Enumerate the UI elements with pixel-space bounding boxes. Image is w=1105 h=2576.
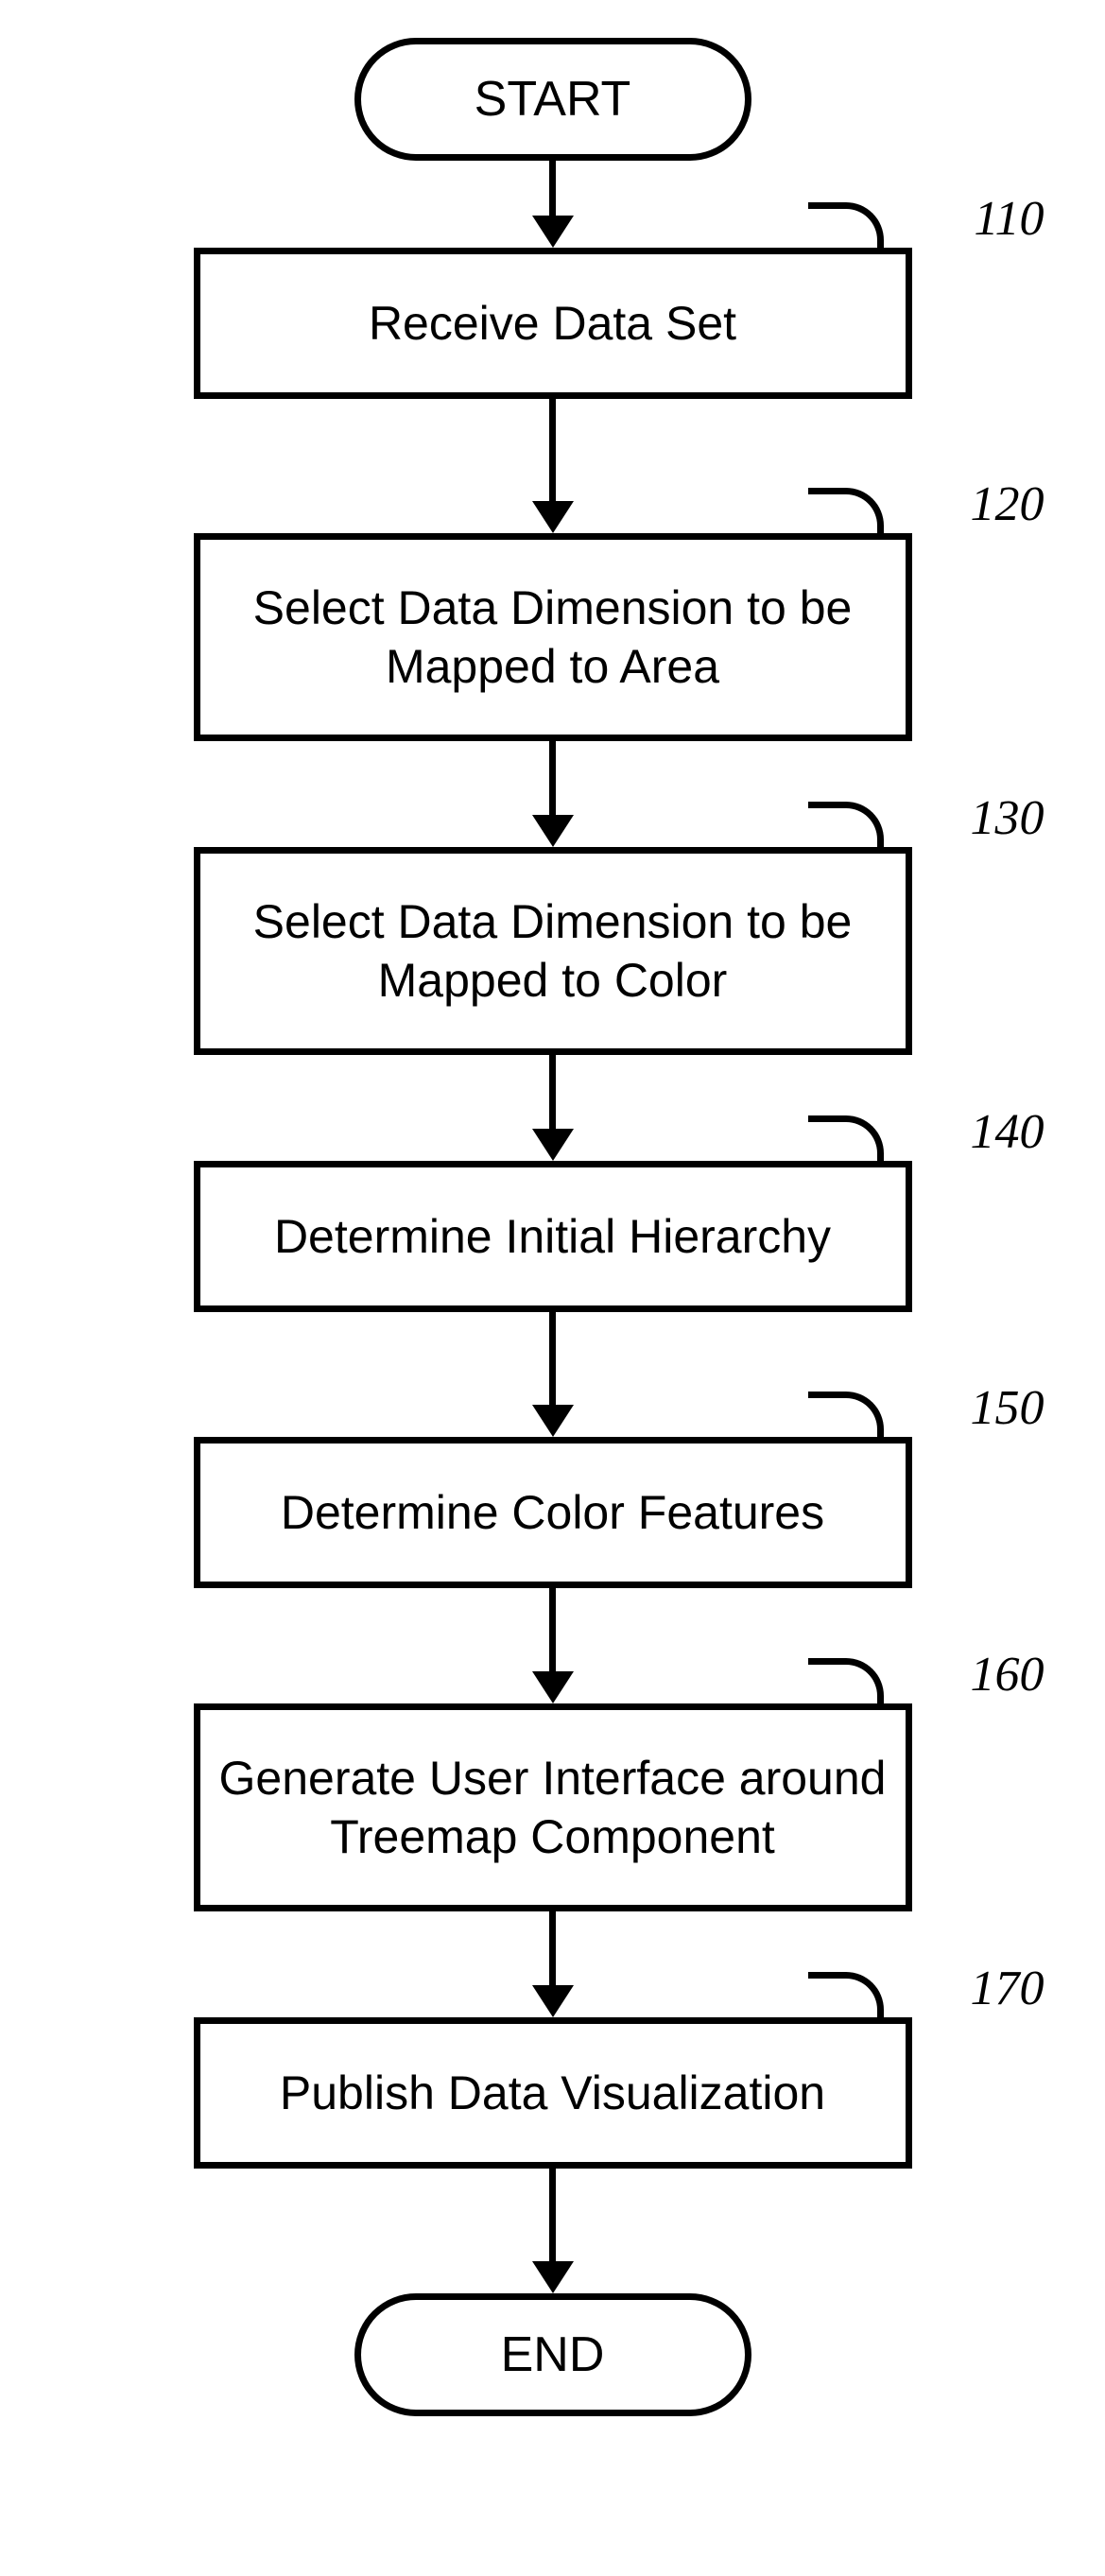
arrow — [532, 1588, 574, 1703]
process-box: Determine Color Features — [194, 1437, 912, 1588]
ref-130: 130 — [971, 790, 1045, 846]
step-130: 130 Select Data Dimension to be Mapped t… — [194, 847, 912, 1055]
ref-150: 150 — [971, 1380, 1045, 1436]
process-label: Publish Data Visualization — [280, 2064, 825, 2123]
step-150: 150 Determine Color Features — [194, 1437, 912, 1588]
arrow — [532, 399, 574, 533]
ref-170: 170 — [971, 1961, 1045, 2016]
ref-110: 110 — [974, 191, 1044, 247]
arrow — [532, 741, 574, 847]
process-box: Determine Initial Hierarchy — [194, 1161, 912, 1312]
ref-140: 140 — [971, 1104, 1045, 1160]
ref-160: 160 — [971, 1647, 1045, 1703]
process-box: Generate User Interface around Treemap C… — [194, 1703, 912, 1911]
start-terminator: START — [354, 38, 751, 161]
process-box: Select Data Dimension to be Mapped to Co… — [194, 847, 912, 1055]
process-box: Publish Data Visualization — [194, 2017, 912, 2169]
end-terminator: END — [354, 2293, 751, 2416]
process-label: Determine Color Features — [281, 1483, 824, 1543]
process-label: Receive Data Set — [369, 294, 736, 354]
process-label: Determine Initial Hierarchy — [274, 1207, 831, 1267]
step-140: 140 Determine Initial Hierarchy — [194, 1161, 912, 1312]
process-box: Receive Data Set — [194, 248, 912, 399]
process-label: Generate User Interface around Treemap C… — [219, 1749, 887, 1867]
step-110: 110 Receive Data Set — [194, 248, 912, 399]
step-160: 160 Generate User Interface around Treem… — [194, 1703, 912, 1911]
arrow — [532, 1312, 574, 1437]
ref-120: 120 — [971, 476, 1045, 532]
step-170: 170 Publish Data Visualization — [194, 2017, 912, 2169]
arrow — [532, 1055, 574, 1161]
arrow — [532, 2169, 574, 2293]
flowchart: START 110 Receive Data Set 120 Select Da… — [194, 38, 912, 2416]
arrow — [532, 1911, 574, 2017]
process-label: Select Data Dimension to be Mapped to Co… — [253, 892, 853, 1011]
step-120: 120 Select Data Dimension to be Mapped t… — [194, 533, 912, 741]
end-label: END — [501, 2326, 605, 2383]
arrow — [532, 161, 574, 248]
process-box: Select Data Dimension to be Mapped to Ar… — [194, 533, 912, 741]
start-label: START — [475, 71, 631, 128]
process-label: Select Data Dimension to be Mapped to Ar… — [253, 579, 853, 697]
